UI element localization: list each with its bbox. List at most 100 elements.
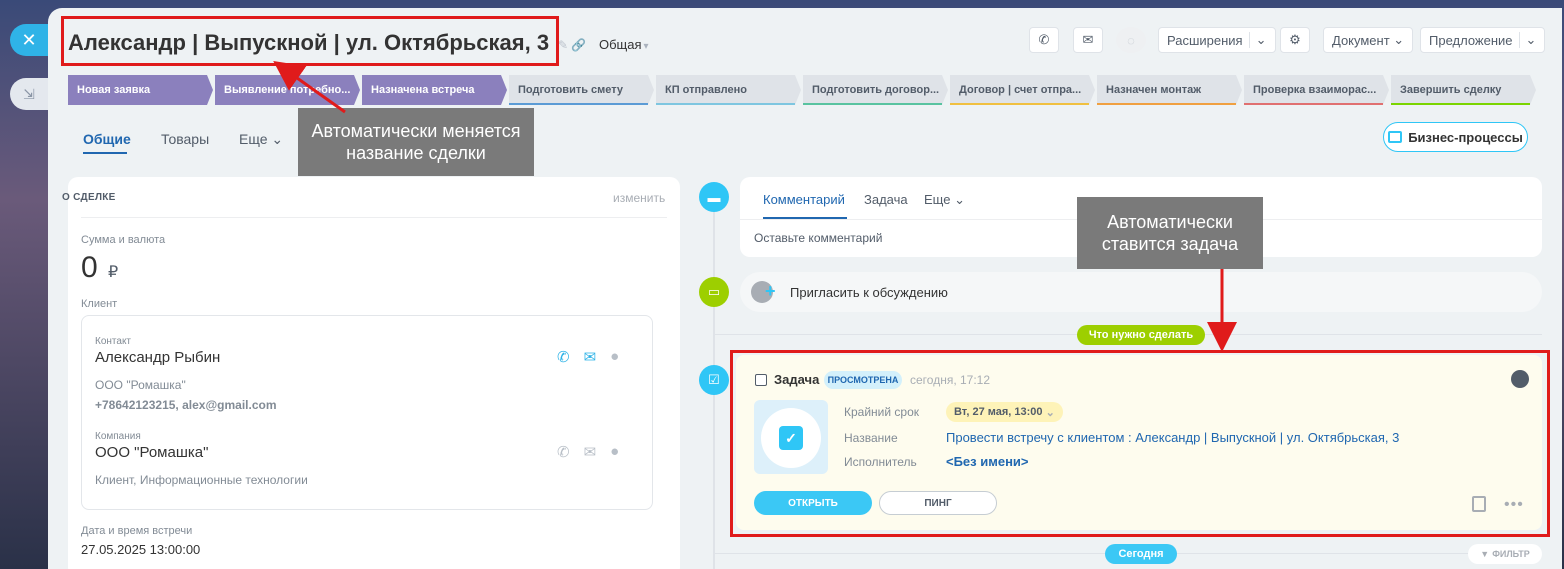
today-pill: Сегодня	[1105, 544, 1177, 564]
phone-icon[interactable]: ✆	[557, 443, 570, 461]
ping-button[interactable]: ПИНГ	[879, 491, 997, 515]
more-icon[interactable]: •••	[1504, 496, 1524, 514]
document-button[interactable]: Документ ⌄	[1323, 27, 1414, 53]
stage-item[interactable]: Новая заявка	[68, 75, 213, 105]
chat-icon[interactable]: ●	[610, 443, 619, 461]
phone-icon[interactable]: ✆	[1029, 27, 1059, 53]
chat-bubble-icon: ▭	[699, 277, 729, 307]
deadline-value[interactable]: Вт, 27 мая, 13:00 ⌄	[946, 402, 1063, 422]
stage-label: Назначен монтаж	[1106, 84, 1202, 96]
mail-icon[interactable]: ✉	[584, 443, 597, 461]
stage-label: Назначена встреча	[371, 84, 475, 96]
gear-icon[interactable]: ⚙	[1280, 27, 1310, 53]
highlight-title-box	[61, 16, 559, 66]
company-details: Клиент, Информационные технологии	[95, 473, 308, 487]
stage-item[interactable]: КП отправлено	[656, 75, 801, 105]
stage-label: КП отправлено	[665, 84, 747, 96]
business-processes-button[interactable]: Бизнес-процессы	[1383, 122, 1528, 152]
plus-icon[interactable]: +	[765, 281, 776, 302]
task-title: Задача	[774, 372, 820, 387]
tab-comment[interactable]: Комментарий	[763, 192, 845, 207]
chevron-down-icon: ▾	[643, 41, 649, 52]
tab-more[interactable]: Еще ⌄	[239, 131, 283, 148]
task-icon-circle: ✓	[761, 408, 821, 468]
stage-label: Договор | счет отпра...	[959, 84, 1082, 96]
proposal-button[interactable]: Предложение ⌄	[1420, 27, 1546, 53]
chevron-down-icon: ⌄	[954, 192, 965, 207]
deal-panel: Александр | Выпускной | ул. Октябрьская,…	[48, 8, 1562, 569]
tab-more-label: Еще	[239, 131, 268, 147]
edit-link[interactable]: изменить	[613, 191, 665, 205]
close-icon[interactable]: ✕	[10, 24, 48, 56]
category-select[interactable]: Общая ▾	[599, 37, 649, 52]
stage-item[interactable]: Проверка взаиморас...	[1244, 75, 1389, 105]
filter-label: ФИЛЬТР	[1492, 549, 1530, 559]
divider	[81, 217, 667, 218]
tab-more-label: Еще	[924, 192, 951, 207]
contact-details: +78642123215, alex@gmail.com	[95, 398, 277, 412]
document-label: Документ	[1332, 32, 1390, 48]
tab-general[interactable]: Общие	[83, 131, 131, 147]
chevron-down-icon: ⌄	[271, 131, 284, 147]
business-processes-label: Бизнес-процессы	[1408, 129, 1523, 145]
meeting-label: Дата и время встречи	[81, 525, 193, 537]
stage-label: Завершить сделку	[1400, 84, 1502, 96]
business-process-icon	[1388, 131, 1403, 143]
chat-icon[interactable]: ●	[610, 348, 619, 366]
contact-name[interactable]: Александр Рыбин	[95, 349, 220, 366]
stage-item[interactable]: Договор | счет отпра...	[950, 75, 1095, 105]
stage-label: Подготовить смету	[518, 84, 624, 96]
tab-more-timeline[interactable]: Еще ⌄	[924, 192, 965, 208]
currency: ₽	[108, 264, 119, 281]
comment-input[interactable]: Оставьте комментарий	[754, 231, 882, 245]
contact-label: Контакт	[95, 336, 132, 347]
task-name-link[interactable]: Провести встречу с клиентом : Александр …	[946, 430, 1399, 445]
mail-icon[interactable]: ✉	[1073, 27, 1103, 53]
deadline-label: Крайний срок	[844, 405, 920, 419]
stage-label: Подготовить договор...	[812, 84, 940, 96]
amount-value: 0	[81, 251, 98, 284]
chevron-down-icon: ⌄	[1255, 32, 1267, 47]
stage-label: Выявление потребно...	[224, 84, 351, 96]
company-label: Компания	[95, 431, 141, 442]
stage-bar: Новая заявка Выявление потребно... Назна…	[68, 75, 1538, 105]
edit-link-icons[interactable]: ✎ 🔗	[558, 38, 586, 52]
amount-label: Сумма и валюта	[81, 234, 166, 246]
company-actions: ✆ ✉ ●	[557, 443, 619, 461]
meeting-value: 27.05.2025 13:00:00	[81, 542, 201, 557]
company-name[interactable]: ООО "Ромашка"	[95, 444, 208, 461]
open-button[interactable]: ОТКРЫТЬ	[754, 491, 872, 515]
stage-label: Проверка взаиморас...	[1253, 84, 1377, 96]
minimize-icon[interactable]: ⇲	[10, 78, 48, 110]
stage-item[interactable]: Назначена встреча	[362, 75, 507, 105]
stage-item[interactable]: Подготовить договор...	[803, 75, 948, 105]
deadline-text: Вт, 27 мая, 13:00	[954, 406, 1043, 418]
tab-products[interactable]: Товары	[161, 131, 209, 147]
invite-label[interactable]: Пригласить к обсуждению	[790, 285, 948, 300]
task-icon: ✓	[779, 426, 803, 450]
filter-icon: ▼	[1480, 549, 1490, 559]
section-title: О СДЕЛКЕ	[62, 192, 116, 203]
contact-company: ООО "Ромашка"	[95, 378, 186, 392]
extensions-button[interactable]: Расширения ⌄	[1158, 27, 1276, 53]
phone-icon[interactable]: ✆	[557, 348, 570, 366]
assignee-link[interactable]: <Без имени>	[946, 454, 1029, 469]
filter-button[interactable]: ▼ ФИЛЬТР	[1468, 544, 1542, 564]
chat-icon[interactable]: ◌	[1116, 27, 1146, 53]
stage-item[interactable]: Подготовить смету	[509, 75, 654, 105]
callout-title-change: Автоматически меняется название сделки	[298, 108, 534, 176]
chevron-down-icon: ⌄	[1393, 32, 1405, 47]
client-label: Клиент	[81, 298, 118, 310]
name-label: Название	[844, 431, 898, 445]
stage-item[interactable]: Выявление потребно...	[215, 75, 360, 105]
tab-task[interactable]: Задача	[864, 192, 908, 207]
comment-icon: ▬	[699, 182, 729, 212]
mail-icon[interactable]: ✉	[584, 348, 597, 366]
user-icon[interactable]	[1511, 370, 1529, 388]
tab-underline	[83, 152, 127, 154]
note-icon[interactable]	[1472, 496, 1486, 512]
category-label: Общая	[599, 37, 642, 52]
stage-item[interactable]: Завершить сделку	[1391, 75, 1536, 105]
stage-item[interactable]: Назначен монтаж	[1097, 75, 1242, 105]
task-checkbox[interactable]	[755, 374, 767, 386]
